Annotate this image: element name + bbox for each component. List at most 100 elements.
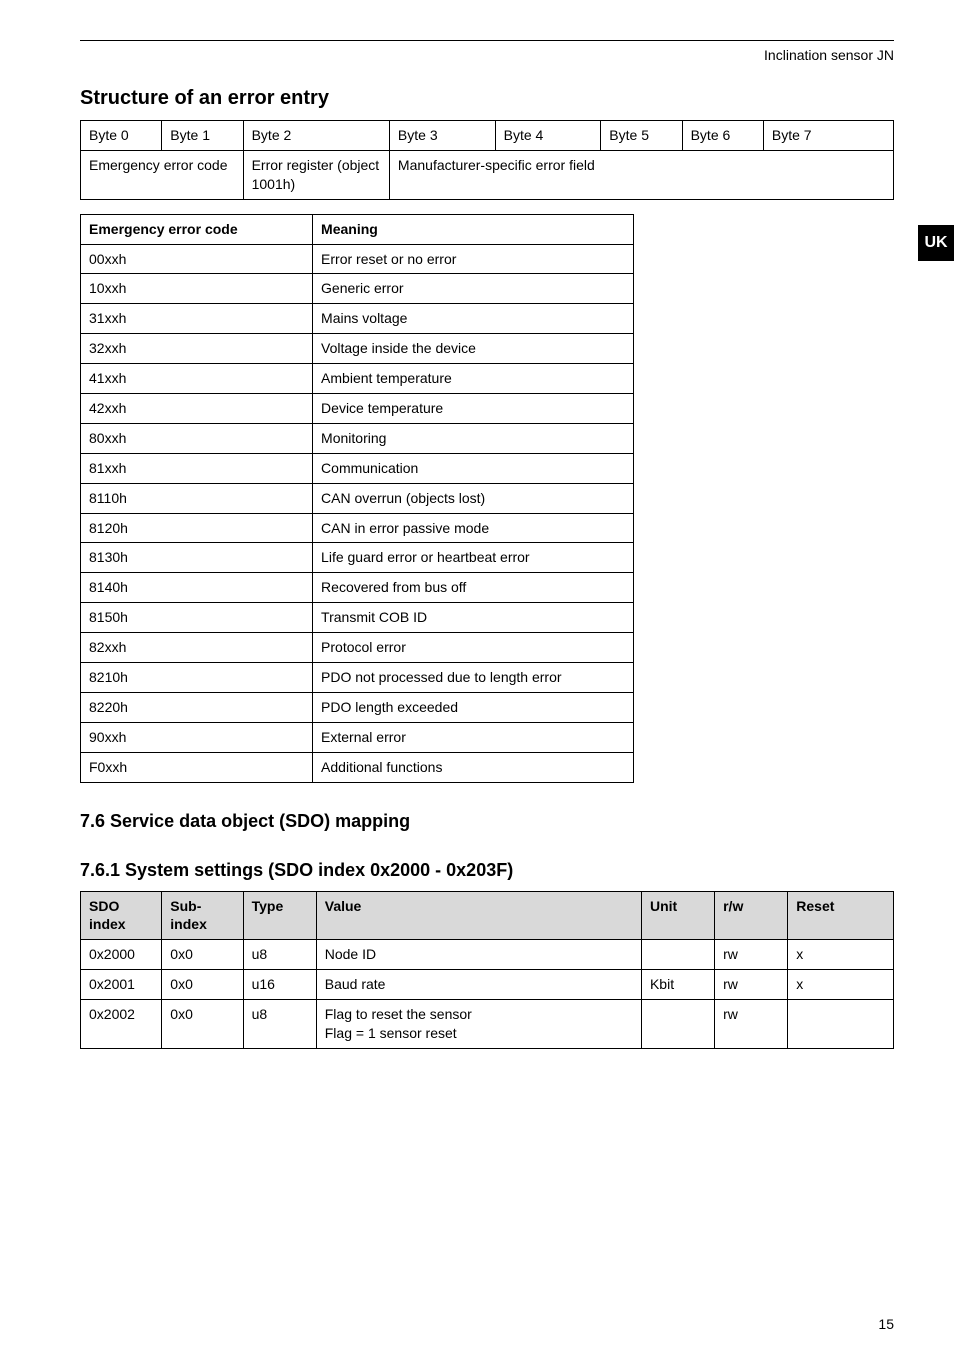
cell — [641, 940, 714, 970]
cell: Mains voltage — [313, 304, 633, 334]
cell: 80xxh — [81, 423, 313, 453]
cell: 8150h — [81, 603, 313, 633]
table-row: 0x20010x0u16Baud rateKbitrwx — [81, 970, 894, 1000]
language-tab: UK — [918, 225, 954, 261]
table-row: 8150hTransmit COB ID — [81, 603, 634, 633]
table-header-row: Emergency error code Meaning — [81, 214, 634, 244]
column-header: Unit — [641, 891, 714, 940]
cell: 41xxh — [81, 364, 313, 394]
table-row: 90xxhExternal error — [81, 722, 634, 752]
cell: 32xxh — [81, 334, 313, 364]
table-row: 8130hLife guard error or heartbeat error — [81, 543, 634, 573]
cell: 81xxh — [81, 453, 313, 483]
cell: Byte 5 — [601, 121, 682, 151]
table-row: 8210hPDO not processed due to length err… — [81, 663, 634, 693]
column-header: Emergency error code — [81, 214, 313, 244]
table-row: 41xxhAmbient temperature — [81, 364, 634, 394]
cell: 0x2001 — [81, 970, 162, 1000]
cell: Byte 0 — [81, 121, 162, 151]
table-row: 32xxhVoltage inside the device — [81, 334, 634, 364]
cell: rw — [715, 970, 788, 1000]
cell: 0x2000 — [81, 940, 162, 970]
cell: 10xxh — [81, 274, 313, 304]
cell: Device temperature — [313, 394, 633, 424]
table-row: 80xxhMonitoring — [81, 423, 634, 453]
column-header: Type — [243, 891, 316, 940]
cell: PDO length exceeded — [313, 692, 633, 722]
table-row: 8220hPDO length exceeded — [81, 692, 634, 722]
cell: 00xxh — [81, 244, 313, 274]
cell: u16 — [243, 970, 316, 1000]
cell: 82xxh — [81, 633, 313, 663]
cell: Byte 3 — [389, 121, 495, 151]
table-row: 0x20000x0u8Node IDrwx — [81, 940, 894, 970]
cell: 8130h — [81, 543, 313, 573]
cell: u8 — [243, 1000, 316, 1049]
table-row: 8110hCAN overrun (objects lost) — [81, 483, 634, 513]
cell: Error reset or no error — [313, 244, 633, 274]
cell: 31xxh — [81, 304, 313, 334]
cell: Flag to reset the sensor Flag = 1 sensor… — [316, 1000, 641, 1049]
cell: Byte 7 — [763, 121, 893, 151]
cell: Communication — [313, 453, 633, 483]
table-row: 0x20020x0u8Flag to reset the sensor Flag… — [81, 1000, 894, 1049]
table-row: 81xxhCommunication — [81, 453, 634, 483]
cell: 8210h — [81, 663, 313, 693]
section-heading-sdo-mapping: 7.6 Service data object (SDO) mapping — [80, 811, 894, 832]
cell: Manufacturer-specific error field — [389, 150, 893, 199]
cell: External error — [313, 722, 633, 752]
column-header: r/w — [715, 891, 788, 940]
cell: Voltage inside the device — [313, 334, 633, 364]
cell: 8110h — [81, 483, 313, 513]
table-error-entry: Byte 0 Byte 1 Byte 2 Byte 3 Byte 4 Byte … — [80, 120, 894, 200]
header-rule — [80, 40, 894, 41]
cell: 0x2002 — [81, 1000, 162, 1049]
cell: Byte 4 — [495, 121, 601, 151]
section-heading-system-settings: 7.6.1 System settings (SDO index 0x2000 … — [80, 860, 894, 881]
cell: Kbit — [641, 970, 714, 1000]
table-row: Emergency error code Error register (obj… — [81, 150, 894, 199]
cell: rw — [715, 940, 788, 970]
cell: Recovered from bus off — [313, 573, 633, 603]
table-row: 31xxhMains voltage — [81, 304, 634, 334]
cell: 8120h — [81, 513, 313, 543]
column-header: Value — [316, 891, 641, 940]
cell: Error register (object 1001h) — [243, 150, 389, 199]
cell: 90xxh — [81, 722, 313, 752]
cell: 0x0 — [162, 940, 243, 970]
table-error-codes: Emergency error code Meaning 00xxhError … — [80, 214, 634, 783]
cell: CAN overrun (objects lost) — [313, 483, 633, 513]
cell: F0xxh — [81, 752, 313, 782]
page-number: 15 — [878, 1316, 894, 1332]
running-header: Inclination sensor JN — [80, 47, 894, 63]
cell: x — [788, 970, 894, 1000]
cell: Byte 6 — [682, 121, 763, 151]
column-header: Sub-index — [162, 891, 243, 940]
cell: Ambient temperature — [313, 364, 633, 394]
cell: Life guard error or heartbeat error — [313, 543, 633, 573]
table-row: 8120hCAN in error passive mode — [81, 513, 634, 543]
cell: Byte 1 — [162, 121, 243, 151]
section-heading-error-entry: Structure of an error entry — [80, 87, 894, 110]
cell: Node ID — [316, 940, 641, 970]
cell: Byte 2 — [243, 121, 389, 151]
cell: 42xxh — [81, 394, 313, 424]
column-header: SDO index — [81, 891, 162, 940]
cell: 8140h — [81, 573, 313, 603]
cell — [788, 1000, 894, 1049]
cell: u8 — [243, 940, 316, 970]
table-row: 82xxhProtocol error — [81, 633, 634, 663]
table-row: 8140hRecovered from bus off — [81, 573, 634, 603]
cell: Baud rate — [316, 970, 641, 1000]
cell: Monitoring — [313, 423, 633, 453]
table-row: 10xxhGeneric error — [81, 274, 634, 304]
cell: Emergency error code — [81, 150, 244, 199]
cell: 0x0 — [162, 970, 243, 1000]
column-header: Meaning — [313, 214, 633, 244]
cell: CAN in error passive mode — [313, 513, 633, 543]
cell: Generic error — [313, 274, 633, 304]
column-header: Reset — [788, 891, 894, 940]
cell: 8220h — [81, 692, 313, 722]
table-row: Byte 0 Byte 1 Byte 2 Byte 3 Byte 4 Byte … — [81, 121, 894, 151]
cell: PDO not processed due to length error — [313, 663, 633, 693]
